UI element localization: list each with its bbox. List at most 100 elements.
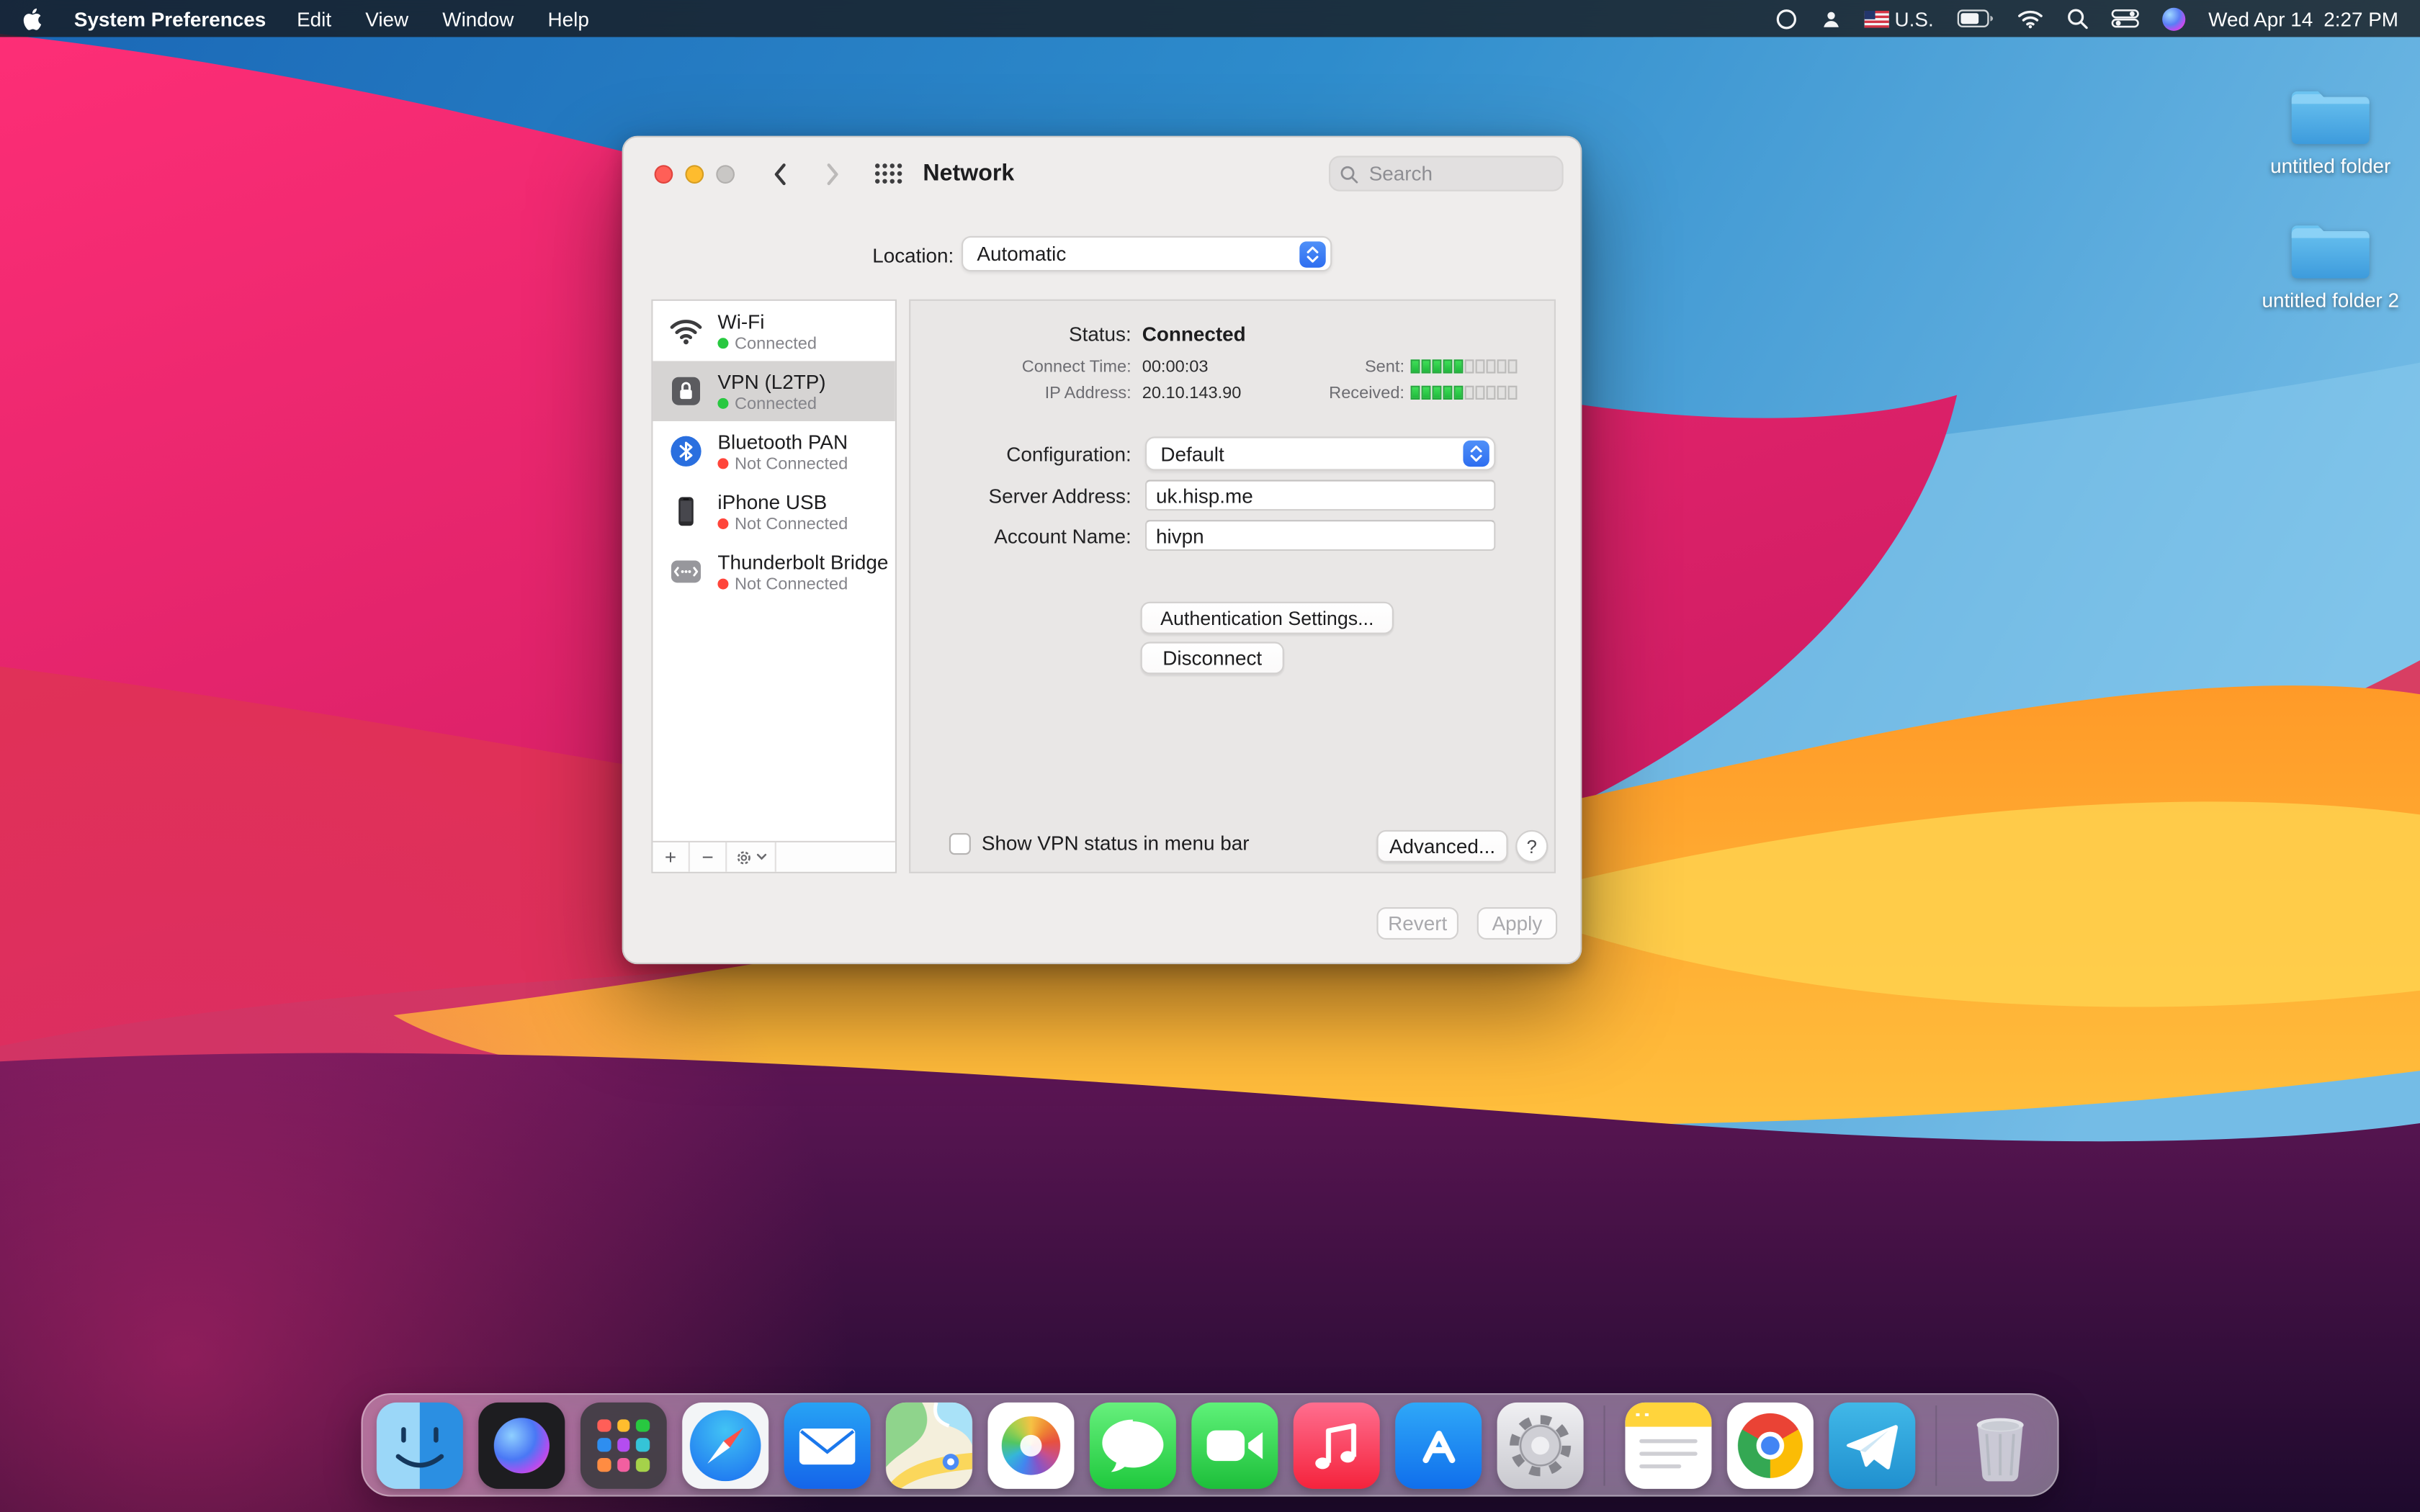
battery-icon[interactable] xyxy=(1957,9,1994,28)
dock-maps-icon[interactable] xyxy=(886,1402,972,1488)
spotlight-icon[interactable] xyxy=(2066,8,2088,30)
menu-window[interactable]: Window xyxy=(442,7,514,30)
location-value: Automatic xyxy=(977,242,1066,265)
disconnect-button[interactable]: Disconnect xyxy=(1141,642,1284,674)
dock-trash-icon[interactable] xyxy=(1957,1402,2043,1488)
show-all-icon[interactable] xyxy=(874,162,903,193)
thunderbolt-icon xyxy=(666,552,706,592)
services-sidebar: Wi-FiConnectedVPN (L2TP)ConnectedBluetoo… xyxy=(651,300,897,873)
desktop-folder[interactable]: untitled folder xyxy=(2238,80,2420,177)
show-vpn-checkbox[interactable] xyxy=(949,833,971,855)
desktop-folder[interactable]: untitled folder 2 xyxy=(2238,215,2420,312)
zoom-button[interactable] xyxy=(716,165,735,184)
service-wi-fi[interactable]: Wi-FiConnected xyxy=(653,301,895,361)
status-dot xyxy=(717,338,728,348)
account-name-field[interactable] xyxy=(1145,520,1495,551)
menu-bar-clock[interactable]: Wed Apr 14 2:27 PM xyxy=(2208,7,2398,30)
date-label: Wed Apr 14 xyxy=(2208,7,2313,30)
menu-help[interactable]: Help xyxy=(548,7,589,30)
service-name: Wi-Fi xyxy=(717,310,817,333)
dock-facetime-icon[interactable] xyxy=(1191,1402,1278,1488)
server-address-field[interactable] xyxy=(1145,480,1495,510)
service-vpn-l2tp[interactable]: VPN (L2TP) Connected xyxy=(653,361,895,421)
forward-button[interactable] xyxy=(820,161,848,189)
folder-label: untitled folder 2 xyxy=(2262,289,2399,312)
status-dot xyxy=(717,579,728,590)
input-source-menu[interactable]: U.S. xyxy=(1864,7,1934,30)
desktop-folders: untitled folder untitled folder 2 xyxy=(2238,80,2420,311)
status-label: Status: xyxy=(910,323,1131,346)
service-bluetooth-pan[interactable]: Bluetooth PANNot Connected xyxy=(653,421,895,482)
chevron-down-icon xyxy=(756,853,767,861)
menu-view[interactable]: View xyxy=(365,7,408,30)
wifi-menu-icon[interactable] xyxy=(2017,9,2043,29)
folder-icon xyxy=(2286,80,2375,149)
configuration-popup[interactable]: Default xyxy=(1145,436,1495,470)
service-status: Not Connected xyxy=(717,515,848,534)
vpn-lock-icon xyxy=(666,371,706,411)
dock-safari-icon[interactable] xyxy=(682,1402,768,1488)
dock-system-preferences-icon[interactable] xyxy=(1497,1402,1584,1488)
close-button[interactable] xyxy=(655,165,673,184)
dock-telegram-icon[interactable] xyxy=(1829,1402,1915,1488)
control-center-icon[interactable] xyxy=(2111,9,2139,28)
service-iphone-usb[interactable]: iPhone USBNot Connected xyxy=(653,482,895,542)
dock-photos-icon[interactable] xyxy=(987,1402,1074,1488)
service-status: Connected xyxy=(717,334,817,353)
sent-label: Sent: xyxy=(910,358,1404,377)
circle-status-icon[interactable] xyxy=(1774,7,1797,30)
status-dot xyxy=(717,518,728,529)
remove-service-button[interactable]: − xyxy=(690,842,727,872)
service-status: Not Connected xyxy=(717,575,886,593)
location-popup[interactable]: Automatic xyxy=(962,236,1332,271)
service-status: Connected xyxy=(717,395,825,413)
bluetooth-icon xyxy=(666,431,706,472)
folder-label: untitled folder xyxy=(2270,154,2390,177)
user-icon[interactable] xyxy=(1821,9,1841,29)
dock-finder-icon[interactable] xyxy=(377,1402,463,1488)
service-name: VPN (L2TP) xyxy=(717,369,825,392)
desktop: System Preferences Edit View Window Help U.… xyxy=(0,0,2420,1512)
dock-launchpad-icon[interactable] xyxy=(581,1402,667,1488)
show-vpn-label: Show VPN status in menu bar xyxy=(982,832,1250,855)
dock-mail-icon[interactable] xyxy=(784,1402,871,1488)
gear-icon xyxy=(735,848,753,867)
back-button[interactable] xyxy=(766,161,794,189)
apply-button[interactable]: Apply xyxy=(1477,907,1557,940)
dock-music-icon[interactable] xyxy=(1294,1402,1380,1488)
title-bar: Network xyxy=(624,138,1581,210)
search-input[interactable] xyxy=(1366,161,1536,186)
iphone-icon xyxy=(666,492,706,532)
dock-chrome-icon[interactable] xyxy=(1727,1402,1814,1488)
service-name: Bluetooth PAN xyxy=(717,430,848,453)
status-dot xyxy=(717,398,728,409)
siri-icon[interactable] xyxy=(2162,7,2185,30)
advanced-button[interactable]: Advanced... xyxy=(1376,830,1507,863)
apple-menu-icon[interactable] xyxy=(22,6,43,32)
menu-edit[interactable]: Edit xyxy=(297,7,331,30)
minimize-button[interactable] xyxy=(685,165,704,184)
network-window: Network Location: Automatic Wi-FiConnect… xyxy=(622,136,1582,965)
status-dot xyxy=(717,458,728,469)
dock-siri-icon[interactable] xyxy=(478,1402,565,1488)
revert-button[interactable]: Revert xyxy=(1376,907,1458,940)
server-address-label: Server Address: xyxy=(910,485,1131,508)
add-service-button[interactable]: + xyxy=(653,842,689,872)
authentication-settings-button[interactable]: Authentication Settings... xyxy=(1141,602,1394,634)
action-menu-button[interactable] xyxy=(727,842,776,872)
time-label: 2:27 PM xyxy=(2323,7,2398,30)
received-label: Received: xyxy=(910,384,1404,403)
toolbar-search[interactable] xyxy=(1329,156,1564,191)
configuration-label: Configuration: xyxy=(910,443,1131,466)
app-menu[interactable]: System Preferences xyxy=(74,7,266,30)
service-list: Wi-FiConnectedVPN (L2TP)ConnectedBluetoo… xyxy=(653,301,895,841)
popup-stepper-icon xyxy=(1463,441,1489,467)
popup-stepper-icon xyxy=(1299,240,1325,266)
service-thunderbolt-bridge[interactable]: Thunderbolt BridgeNot Connected xyxy=(653,541,895,602)
dock xyxy=(361,1393,2058,1497)
dock-app-store-icon[interactable] xyxy=(1395,1402,1482,1488)
help-button[interactable]: ? xyxy=(1515,830,1548,863)
dock-messages-icon[interactable] xyxy=(1090,1402,1176,1488)
dock-notes-icon[interactable] xyxy=(1625,1402,1711,1488)
status-value: Connected xyxy=(1142,323,1246,346)
